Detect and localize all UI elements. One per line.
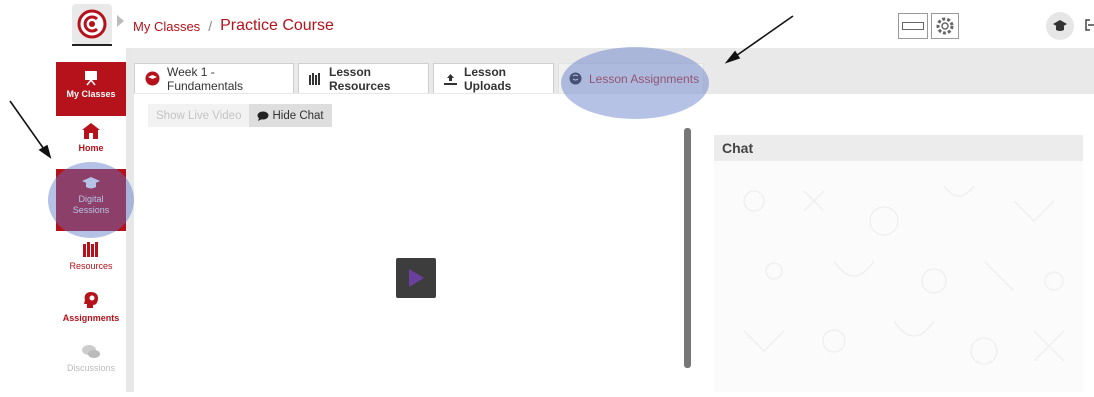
fullscreen-toggle-button[interactable] [898, 13, 928, 39]
mortarboard-circle-icon [145, 71, 160, 86]
logo-underline [72, 44, 112, 46]
upload-icon [444, 73, 457, 85]
books-icon [83, 242, 98, 257]
page-title: Practice Course [220, 17, 334, 34]
panel-resize-handle[interactable] [684, 128, 691, 368]
breadcrumb-separator: / [208, 18, 213, 34]
books-icon [309, 72, 320, 85]
tab-label: Lesson Uploads [464, 64, 512, 93]
breadcrumb: My Classes / Practice Course [133, 17, 334, 35]
settings-button[interactable] [931, 13, 959, 39]
school-logo[interactable] [72, 4, 112, 44]
show-live-video-button[interactable]: Show Live Video [148, 104, 250, 127]
chat-panel: Chat [714, 135, 1083, 392]
gear-icon [936, 17, 954, 35]
play-icon [409, 269, 424, 287]
hide-chat-button[interactable]: Hide Chat [249, 104, 332, 127]
tab-lesson-resources[interactable]: Lesson Resources [298, 63, 429, 93]
sidebar-item-discussions[interactable]: Discussions [56, 344, 126, 374]
tab-label: Week 1 - Fundamentals [167, 64, 244, 93]
sidebar-item-my-classes[interactable]: My Classes [56, 62, 126, 116]
mortarboard-icon [1053, 20, 1067, 31]
sidebar-item-resources[interactable]: Resources [56, 240, 126, 272]
breadcrumb-my-classes[interactable]: My Classes [133, 19, 200, 34]
rectangle-icon [902, 22, 924, 30]
sidebar-item-label: Resources [69, 261, 113, 271]
head-gears-icon [84, 292, 98, 308]
session-controls: Show Live Video Hide Chat [148, 104, 332, 127]
sidebar-item-assignments[interactable]: Assignments [56, 290, 126, 324]
sidebar-item-label: Assignments [62, 313, 120, 323]
user-profile-button[interactable] [1046, 12, 1074, 40]
sidebar-item-home[interactable]: Home [56, 122, 126, 154]
chat-bubbles-icon [82, 345, 100, 358]
sidebar-item-label: Home [78, 143, 104, 153]
home-icon [82, 123, 100, 139]
play-button[interactable] [396, 258, 436, 298]
logout-icon[interactable] [1084, 18, 1094, 32]
hide-chat-label: Hide Chat [272, 109, 324, 122]
tab-label: Lesson Resources [329, 64, 391, 93]
tab-week-1[interactable]: Week 1 - Fundamentals [134, 63, 294, 93]
logo-icon [77, 9, 107, 39]
collapse-caret-icon[interactable] [117, 15, 124, 27]
chat-background-pattern [743, 185, 1065, 365]
presentation-board-icon [85, 71, 97, 86]
highlight-lesson-assignments [561, 47, 709, 119]
tab-lesson-uploads[interactable]: Lesson Uploads [433, 63, 554, 93]
sidebar-item-label: My Classes [66, 89, 116, 99]
chat-bubble-icon [257, 111, 269, 121]
sidebar-item-label: Discussions [66, 363, 115, 373]
highlight-digital-sessions [48, 162, 134, 238]
chat-title: Chat [714, 135, 1083, 161]
